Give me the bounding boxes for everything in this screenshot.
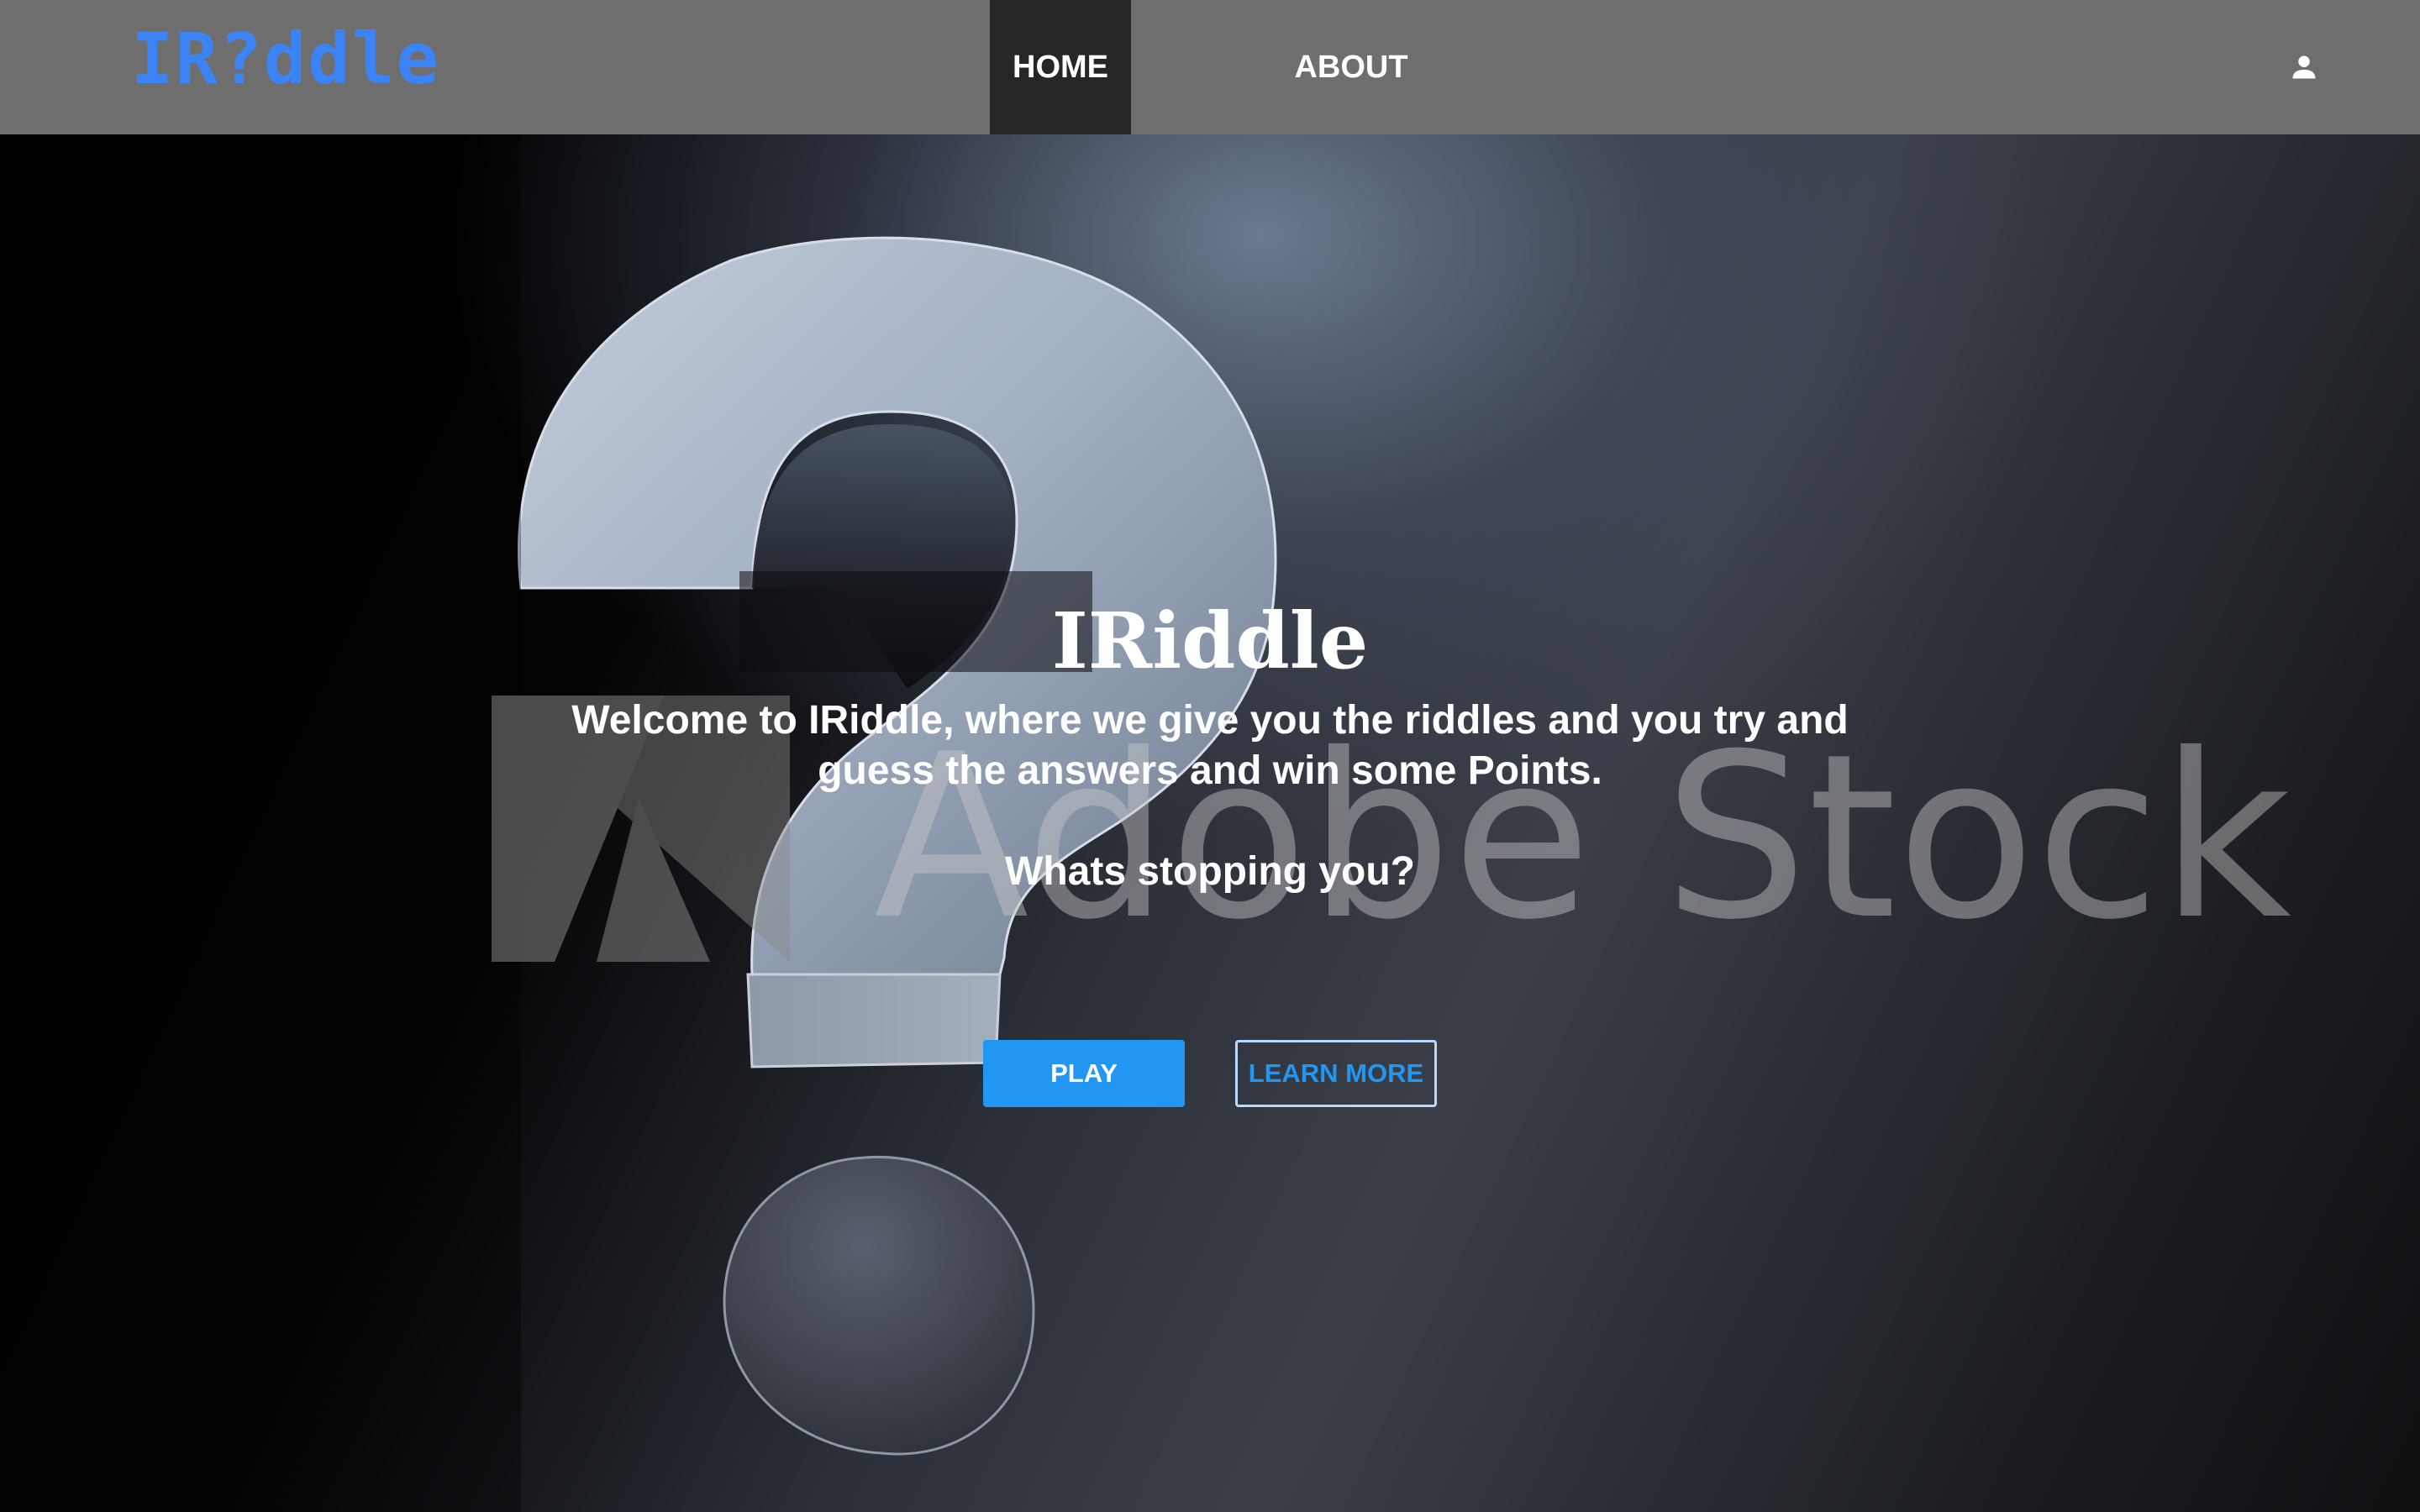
navbar: IR? ddle HOME ABOUT: [0, 0, 2420, 134]
hero-content: IRiddle Welcome to IRiddle, where we giv…: [0, 134, 2420, 1512]
hero-welcome-text: Welcome to IRiddle, where we give you th…: [571, 698, 1849, 793]
learn-more-button[interactable]: LEARN MORE: [1235, 1040, 1437, 1107]
logo[interactable]: IR? ddle: [131, 20, 440, 113]
logo-prefix: IR: [131, 18, 220, 100]
page: IR? ddle HOME ABOUT Adobe Stock IRiddle …: [0, 0, 2420, 1512]
nav-links: HOME ABOUT: [990, 0, 1437, 134]
hero-title: IRiddle: [1051, 596, 1369, 686]
play-button[interactable]: PLAY: [983, 1040, 1185, 1107]
hero-question-text: Whats stopping you?: [1005, 849, 1415, 894]
logo-question-mark: ?: [219, 18, 264, 100]
person-icon: [2292, 55, 2316, 79]
nav-item-home[interactable]: HOME: [990, 0, 1131, 134]
hero-section: Adobe Stock IRiddle Welcome to IRiddle, …: [0, 134, 2420, 1512]
nav-item-about[interactable]: ABOUT: [1265, 0, 1437, 134]
logo-suffix: ddle: [263, 18, 441, 100]
user-account-button[interactable]: [2284, 47, 2324, 87]
